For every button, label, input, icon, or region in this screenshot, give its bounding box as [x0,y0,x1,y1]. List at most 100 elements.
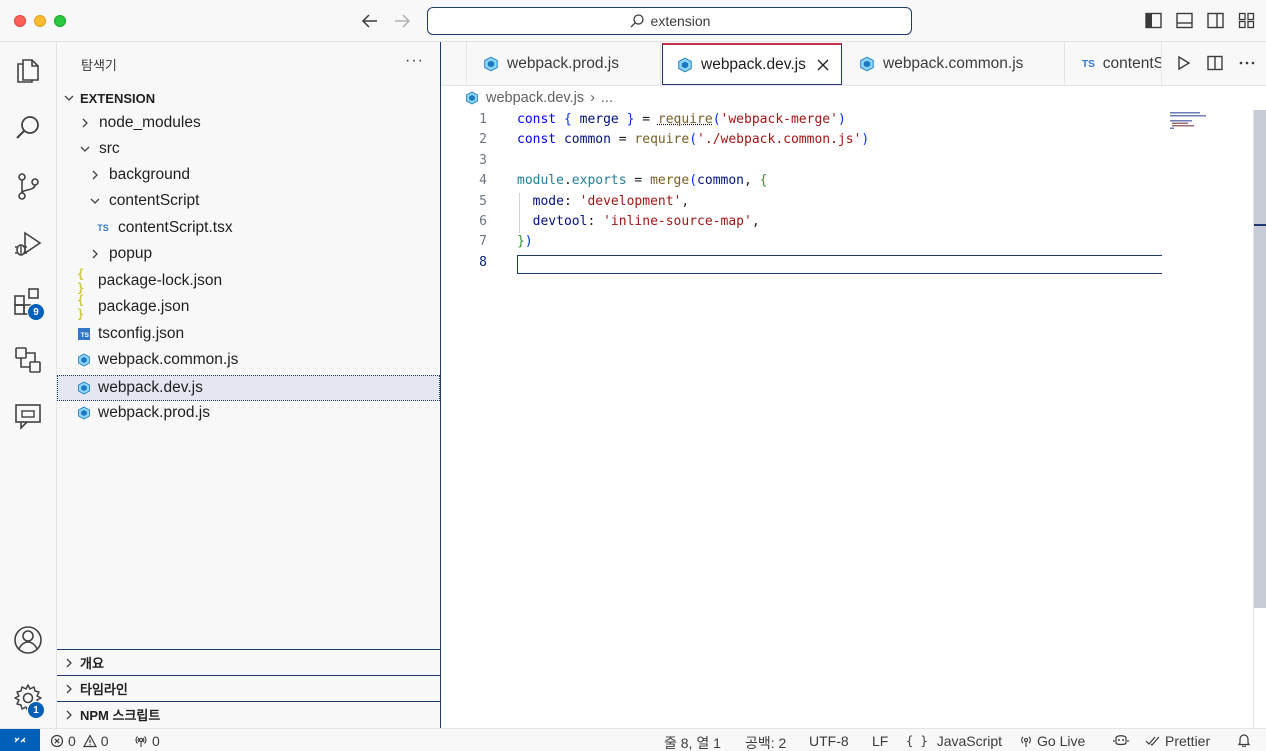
title-bar: extension [0,0,1266,42]
chevron-down-icon [64,95,74,101]
line-number: 5 [479,194,487,209]
window-maximize-button[interactable] [54,15,66,27]
arrow-left-icon[interactable] [359,10,381,32]
webpack-icon [78,353,90,367]
copilot-indicator[interactable] [1113,733,1129,747]
webpack-icon [78,381,90,395]
typescript-icon: TS [1082,58,1095,70]
tree-item-label: webpack.dev.js [98,379,203,396]
chevron-right-icon [82,118,88,128]
run-debug-icon[interactable] [12,228,44,260]
ports-indicator[interactable]: 0 [134,733,160,749]
chat-icon[interactable] [12,400,44,432]
tab-webpack-common-js[interactable]: webpack.common.js [843,42,1065,86]
tree-item-label: background [109,166,191,183]
remote-explorer-icon[interactable] [12,344,44,376]
explorer-root-section[interactable]: EXTENSION [57,86,441,110]
tree-folder-background[interactable]: background [57,162,440,188]
settings-badge: 1 [27,701,45,719]
search-icon[interactable] [12,112,44,144]
chevron-down-icon [80,146,90,152]
warning-icon [82,734,97,748]
code-line-4: module.exports = merge(common, { [517,173,768,188]
split-editor-icon[interactable] [1206,54,1224,72]
breadcrumb-separator: › [590,90,595,106]
tree-item-label: contentScript.tsx [118,219,233,236]
tree-item-label: src [99,140,120,157]
account-icon[interactable] [12,624,44,656]
tree-folder-popup[interactable]: popup [57,241,440,267]
prettier-indicator[interactable]: Prettier [1145,733,1210,749]
tab-label: webpack.common.js [883,55,1024,72]
braces-icon: { } [906,734,928,748]
chevron-right-icon [92,170,98,180]
more-actions-icon[interactable] [1238,54,1256,72]
search-icon [630,14,644,28]
tree-folder-node-modules[interactable]: node_modules [57,110,440,136]
chevron-right-icon [66,658,72,667]
notifications-indicator[interactable] [1237,733,1251,747]
webpack-icon [484,56,498,72]
run-file-icon[interactable] [1174,54,1192,72]
window-close-button[interactable] [14,15,26,27]
section-label: 개요 [80,656,104,671]
end-of-line[interactable]: LF [872,733,888,749]
tab-contentscript-tsx[interactable]: TS contentS [1066,42,1162,86]
tree-item-label: package.json [98,298,190,315]
language-mode[interactable]: { } JavaScript [906,733,1002,749]
tree-file-webpack-common-js[interactable]: webpack.common.js [57,347,440,373]
webpack-icon [860,56,874,72]
tree-file-contentscript-tsx[interactable]: TS contentScript.tsx [57,215,440,241]
npm-scripts-section[interactable]: NPM 스크립트 [57,701,441,727]
explorer-icon[interactable] [12,54,44,86]
breadcrumb-more[interactable]: ... [601,90,613,106]
tab-webpack-dev-js[interactable]: webpack.dev.js [662,43,842,85]
tree-file-package-json[interactable]: { } package.json [57,293,440,321]
breadcrumb-file[interactable]: webpack.dev.js [486,90,584,106]
error-count: 0 [68,733,76,749]
indentation[interactable]: 공백: 2 [745,733,786,751]
error-icon [50,734,64,748]
tree-file-tsconfig-json[interactable]: TS tsconfig.json [57,321,440,347]
tree-file-package-lock-json[interactable]: { } package-lock.json [57,267,440,295]
minimap[interactable] [1166,110,1252,728]
close-icon[interactable] [816,58,830,72]
encoding[interactable]: UTF-8 [809,733,849,749]
webpack-icon [678,57,692,72]
toggle-panel-icon[interactable] [1175,11,1194,30]
code-editor[interactable]: 1 2 3 4 5 6 7 8 const { merge } = requir… [441,110,1253,728]
remote-indicator[interactable] [0,728,40,751]
tree-file-webpack-prod-js[interactable]: webpack.prod.js [57,400,440,426]
problems-indicator[interactable]: 0 0 [50,733,109,749]
go-live-button[interactable]: Go Live [1019,733,1085,749]
line-number-current: 8 [479,255,487,270]
customize-layout-icon[interactable] [1237,11,1256,30]
tab-bar-spacer [441,42,467,86]
cursor-position[interactable]: 줄 8, 열 1 [664,733,721,751]
toggle-secondary-sidebar-icon[interactable] [1206,11,1225,30]
tab-label: webpack.dev.js [701,55,806,73]
extensions-badge: 9 [27,303,45,321]
outline-section[interactable]: 개요 [57,649,441,675]
more-actions-icon[interactable]: ··· [405,52,424,70]
tree-folder-src[interactable]: src [57,136,440,162]
window-minimize-button[interactable] [34,15,46,27]
warning-count: 0 [100,733,109,749]
line-number: 7 [479,234,487,249]
tab-webpack-prod-js[interactable]: webpack.prod.js [467,42,661,86]
scrollbar-thumb[interactable] [1254,110,1266,608]
section-label: 타임라인 [80,682,128,697]
arrow-right-icon[interactable] [391,10,413,32]
command-center-label: extension [650,13,711,29]
command-center-search[interactable]: extension [427,7,912,35]
tree-file-webpack-dev-js[interactable]: webpack.dev.js [57,375,440,401]
editor-tab-bar: webpack.prod.js webpack.dev.js webpack.c… [441,42,1266,86]
timeline-section[interactable]: 타임라인 [57,675,441,701]
tree-item-label: tsconfig.json [98,325,185,342]
tree-folder-contentscript[interactable]: contentScript [57,188,440,214]
code-line-7: }) [517,234,533,249]
source-control-icon[interactable] [12,170,44,202]
activity-bar: 9 1 [0,42,57,728]
typescript-icon: TS [97,223,109,233]
toggle-sidebar-icon[interactable] [1144,11,1163,30]
